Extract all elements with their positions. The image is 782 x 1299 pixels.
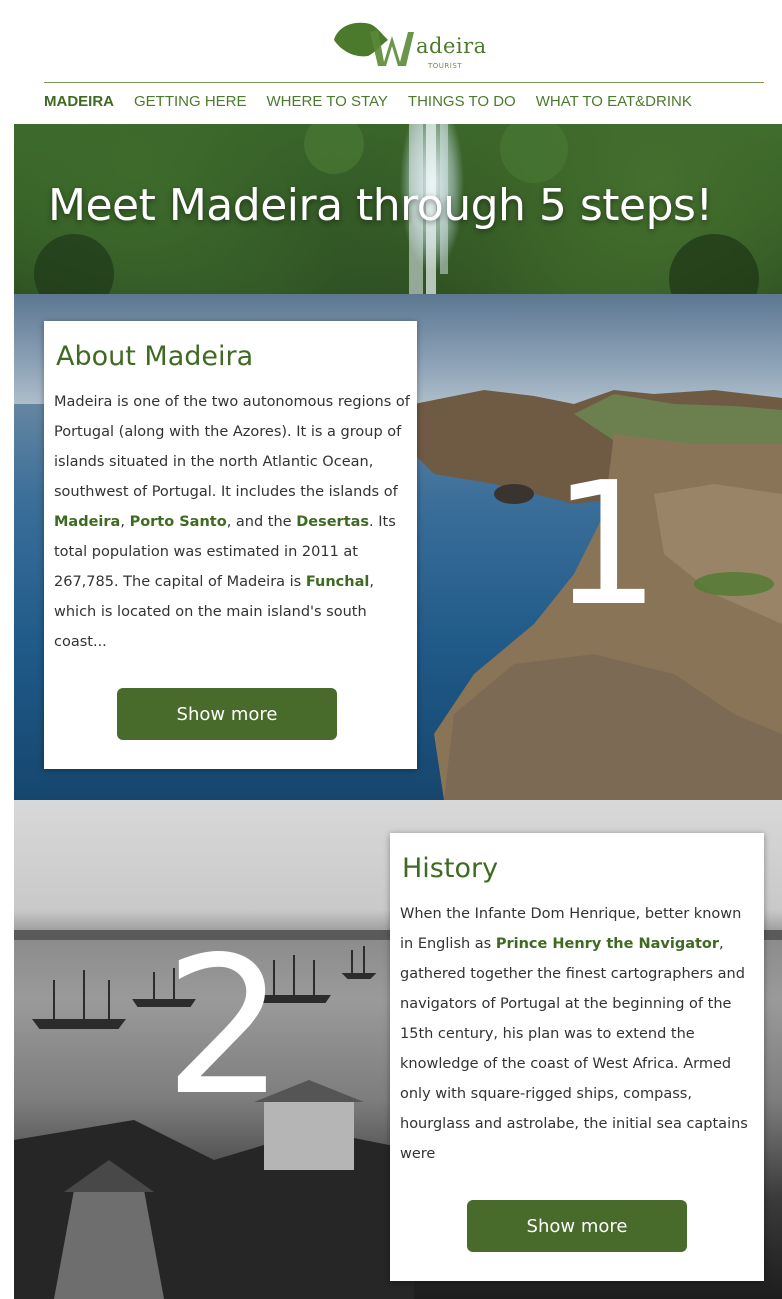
history-show-more-button[interactable]: Show more xyxy=(467,1200,687,1252)
link-desertas[interactable]: Desertas xyxy=(296,514,369,530)
nav-item-things-to-do[interactable]: THINGS TO DO xyxy=(408,93,516,110)
logo-subtitle: TOURIST xyxy=(428,62,463,70)
nav-item-getting-here[interactable]: GETTING HERE xyxy=(134,93,247,110)
logo-wordmark: adeira xyxy=(416,34,487,58)
step-number-1: 1 xyxy=(552,446,661,644)
page: adeira TOURIST MADEIRA GETTING HERE WHER… xyxy=(14,0,782,1299)
site-header: adeira TOURIST MADEIRA GETTING HERE WHER… xyxy=(14,0,782,124)
madeira-logo[interactable]: adeira TOURIST xyxy=(332,14,486,76)
hero-title: Meet Madeira through 5 steps! xyxy=(48,180,713,231)
nav-item-what-to-eat-drink[interactable]: WHAT TO EAT&DRINK xyxy=(536,93,692,110)
nav-divider xyxy=(44,82,764,83)
about-title: About Madeira xyxy=(56,341,254,372)
nav-item-where-to-stay[interactable]: WHERE TO STAY xyxy=(267,93,388,110)
main-nav: MADEIRA GETTING HERE WHERE TO STAY THING… xyxy=(44,93,782,110)
link-madeira[interactable]: Madeira xyxy=(54,514,120,530)
about-text: Madeira is one of the two autonomous reg… xyxy=(54,394,410,650)
hero-banner: Meet Madeira through 5 steps! xyxy=(14,124,782,294)
history-text: When the Infante Dom Henrique, better kn… xyxy=(400,906,748,1162)
link-prince-henry[interactable]: Prince Henry the Navigator xyxy=(496,936,719,952)
nav-item-madeira[interactable]: MADEIRA xyxy=(44,93,114,110)
about-card: About Madeira Madeira is one of the two … xyxy=(44,321,417,769)
step-number-2: 2 xyxy=(164,916,285,1137)
link-funchal[interactable]: Funchal xyxy=(306,574,370,590)
about-show-more-button[interactable]: Show more xyxy=(117,688,337,740)
history-section: 2 History When the Infante Dom Henrique,… xyxy=(14,800,782,1299)
about-section: 1 About Madeira Madeira is one of the tw… xyxy=(14,294,782,800)
history-card: History When the Infante Dom Henrique, b… xyxy=(390,833,764,1281)
history-title: History xyxy=(402,853,499,884)
link-porto-santo[interactable]: Porto Santo xyxy=(130,514,227,530)
